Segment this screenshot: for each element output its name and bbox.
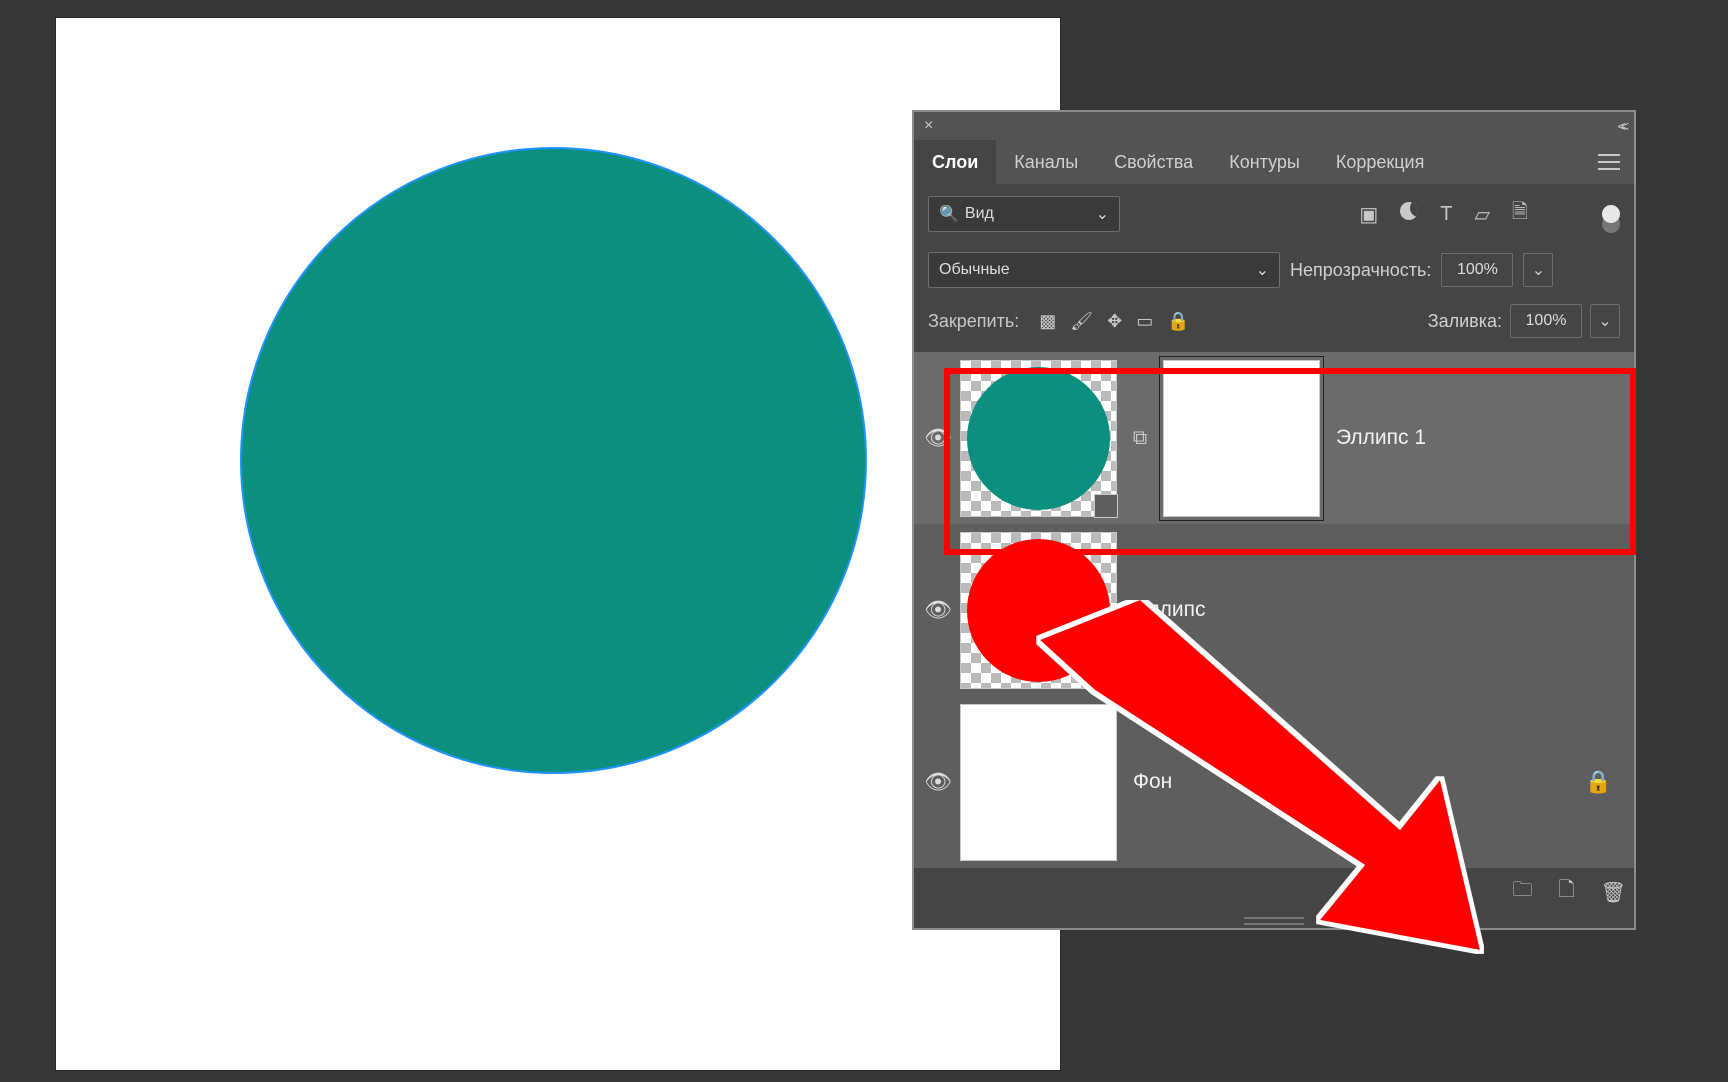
layer-name[interactable]: Эллипс <box>1133 598 1206 622</box>
chevron-down-icon: ⌄ <box>1096 204 1109 224</box>
filter-kind-dropdown[interactable]: 🔍 Вид ⌄ <box>928 196 1120 232</box>
filter-kind-label: Вид <box>965 205 994 223</box>
mask-link-icon[interactable]: ⧉ <box>1127 427 1153 450</box>
link-layers-icon[interactable]: ⚭ <box>1358 880 1375 905</box>
filter-shape-icon[interactable]: ▱ <box>1475 202 1490 227</box>
panel-tabs: Слои Каналы Свойства Контуры Коррекция <box>914 140 1634 184</box>
lock-position-icon[interactable]: ✥ <box>1107 311 1122 332</box>
new-layer-icon[interactable]: 🗋 <box>1559 875 1575 909</box>
opacity-label: Непрозрачность: <box>1290 260 1431 281</box>
blend-mode-value: Обычные <box>939 261 1010 279</box>
lock-fill-row: Закрепить: ▩ 🖌 ✥ ▭ 🔒 Заливка: 100% ⌄ <box>914 296 1634 352</box>
tab-layers[interactable]: Слои <box>914 140 996 184</box>
panel-resize-grip[interactable] <box>914 914 1634 928</box>
opacity-value[interactable]: 100% <box>1441 253 1513 287</box>
lock-label: Закрепить: <box>928 311 1019 332</box>
delete-layer-icon[interactable]: 🗑 <box>1601 880 1626 905</box>
chevron-down-icon: ⌄ <box>1256 260 1269 280</box>
filter-pixel-icon[interactable]: ▣ <box>1359 202 1378 227</box>
layer-filter-row: 🔍 Вид ⌄ ▣ T ▱ 🗎 <box>914 184 1634 244</box>
layer-name[interactable]: Фон <box>1133 770 1172 794</box>
layers-list: 👁 ⧉ Эллипс 1 👁 Эллипс 👁 Фон 🔒 <box>914 352 1634 868</box>
layer-thumb[interactable] <box>960 704 1117 861</box>
add-mask-icon[interactable]: ◑ <box>1448 881 1460 904</box>
blend-mode-dropdown[interactable]: Обычные ⌄ <box>928 252 1280 288</box>
search-icon: 🔍 <box>939 204 959 224</box>
layer-row-ellipse-1[interactable]: 👁 ⧉ Эллипс 1 <box>914 352 1634 524</box>
layer-row-background[interactable]: 👁 Фон 🔒 <box>914 696 1634 868</box>
filter-adjustment-icon[interactable] <box>1400 202 1418 226</box>
tab-adjustments[interactable]: Коррекция <box>1318 140 1443 184</box>
close-panel-icon[interactable]: × <box>924 117 933 135</box>
opacity-dropdown-icon[interactable]: ⌄ <box>1523 253 1553 287</box>
layer-fx-icon[interactable]: fx ▾ <box>1400 881 1422 904</box>
filter-smartobject-icon[interactable]: 🗎 <box>1512 197 1528 231</box>
tab-paths[interactable]: Контуры <box>1211 140 1318 184</box>
lock-artboard-icon[interactable]: ▭ <box>1136 311 1153 332</box>
filter-toggle-icon[interactable] <box>1602 205 1620 223</box>
lock-image-icon[interactable]: 🖌 <box>1070 311 1093 332</box>
layer-row-ellipse[interactable]: 👁 Эллипс <box>914 524 1634 696</box>
shape-layer-badge-icon <box>1094 494 1118 518</box>
canvas-document[interactable] <box>56 18 1060 1070</box>
visibility-toggle-icon[interactable]: 👁 <box>926 597 950 623</box>
filter-type-icon[interactable]: T <box>1440 203 1452 226</box>
new-group-icon[interactable]: 🗀 <box>1513 875 1533 909</box>
tab-channels[interactable]: Каналы <box>996 140 1096 184</box>
collapse-panel-icon[interactable]: << <box>1618 118 1624 134</box>
visibility-toggle-icon[interactable]: 👁 <box>926 769 950 795</box>
blend-opacity-row: Обычные ⌄ Непрозрачность: 100% ⌄ <box>914 244 1634 296</box>
lock-transparent-icon[interactable]: ▩ <box>1039 311 1056 332</box>
panel-titlebar: × << <box>914 112 1634 140</box>
layer-thumb-shape[interactable] <box>960 360 1117 517</box>
visibility-toggle-icon[interactable]: 👁 <box>926 425 950 451</box>
fill-label: Заливка: <box>1428 311 1502 332</box>
fill-value[interactable]: 100% <box>1510 304 1582 338</box>
panel-bottom-bar: ⚭ fx ▾ ◑ 🗀 🗋 🗑 <box>914 868 1634 914</box>
tab-properties[interactable]: Свойства <box>1096 140 1211 184</box>
layer-thumb-shape[interactable] <box>960 532 1117 689</box>
layer-name[interactable]: Эллипс 1 <box>1336 426 1426 450</box>
lock-all-icon[interactable]: 🔒 <box>1167 311 1189 332</box>
panel-menu-icon[interactable] <box>1598 154 1620 170</box>
layers-panel: × << Слои Каналы Свойства Контуры Коррек… <box>912 110 1636 930</box>
fill-dropdown-icon[interactable]: ⌄ <box>1590 304 1620 338</box>
canvas-ellipse-shape[interactable] <box>241 148 866 773</box>
layer-mask-thumb[interactable] <box>1163 360 1320 517</box>
locked-layer-icon[interactable]: 🔒 <box>1585 769 1612 795</box>
